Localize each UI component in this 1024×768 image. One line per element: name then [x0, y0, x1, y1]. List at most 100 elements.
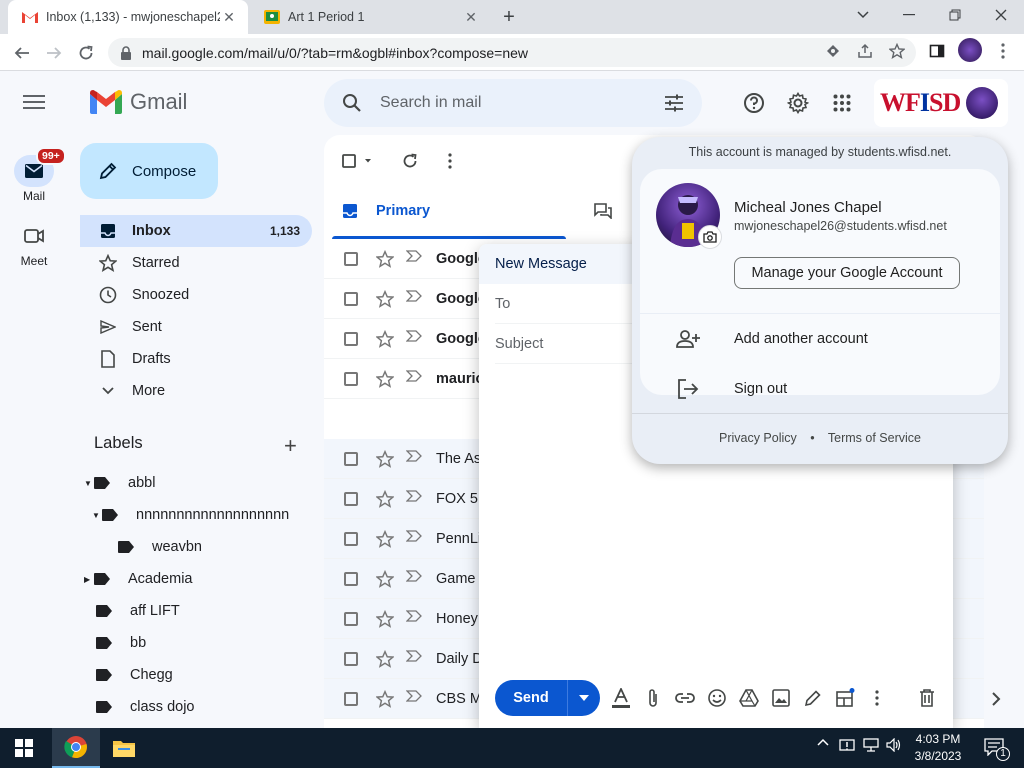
star-icon[interactable]	[376, 329, 394, 348]
schedule-send-dropdown[interactable]	[567, 680, 600, 716]
main-menu-icon[interactable]	[20, 91, 48, 115]
sidebar-item-snoozed[interactable]: Snoozed	[80, 279, 312, 311]
restore-icon[interactable]	[932, 0, 978, 30]
expand-caret-icon[interactable]: ▼	[92, 511, 102, 520]
label-item[interactable]: ▼ abbl	[84, 467, 155, 499]
star-icon[interactable]	[376, 689, 394, 708]
signature-pen-icon[interactable]	[801, 686, 825, 710]
star-icon[interactable]	[376, 369, 394, 388]
label-item[interactable]: Chegg	[96, 659, 173, 691]
more-options-icon[interactable]	[438, 149, 462, 173]
row-checkbox[interactable]	[344, 531, 358, 546]
label-item[interactable]: aff LIFT	[96, 595, 180, 627]
discard-trash-icon[interactable]	[915, 686, 939, 710]
sidebar-item-sent[interactable]: Sent	[80, 311, 312, 343]
star-icon[interactable]	[376, 449, 394, 468]
forward-icon[interactable]	[40, 39, 68, 67]
profile-avatar-icon[interactable]	[958, 38, 982, 62]
send-button[interactable]: Send	[495, 680, 567, 716]
row-checkbox[interactable]	[344, 571, 358, 586]
show-hidden-icons[interactable]	[814, 738, 832, 746]
lock-icon[interactable]	[120, 45, 134, 60]
importance-marker-icon[interactable]	[406, 609, 424, 628]
star-icon[interactable]	[376, 609, 394, 628]
system-clock[interactable]: 4:03 PM 3/8/2023	[906, 731, 970, 765]
tab-search-icon[interactable]	[840, 0, 886, 30]
browser-tab-art[interactable]: Art 1 Period 1 ✕	[250, 0, 490, 34]
browser-tab-inbox[interactable]: Inbox (1,133) - mwjoneschapel26 ✕	[8, 0, 248, 34]
emoji-icon[interactable]	[705, 686, 729, 710]
link-icon[interactable]	[673, 686, 697, 710]
importance-marker-icon[interactable]	[406, 529, 424, 548]
drive-icon[interactable]	[737, 686, 761, 710]
star-icon[interactable]	[376, 289, 394, 308]
importance-marker-icon[interactable]	[406, 369, 424, 388]
volume-icon[interactable]	[884, 738, 904, 752]
privacy-policy-link[interactable]: Privacy Policy	[719, 431, 797, 445]
add-account-button[interactable]: Add another account	[640, 315, 1000, 363]
importance-marker-icon[interactable]	[406, 649, 424, 668]
tab-primary[interactable]: Primary	[342, 183, 430, 239]
terms-of-service-link[interactable]: Terms of Service	[828, 431, 921, 445]
refresh-icon[interactable]	[398, 149, 422, 173]
row-checkbox[interactable]	[344, 691, 358, 706]
change-photo-camera-icon[interactable]	[698, 225, 722, 249]
taskbar-chrome[interactable]	[52, 728, 100, 768]
start-button[interactable]	[0, 728, 48, 768]
insert-photo-icon[interactable]	[769, 686, 793, 710]
apps-grid-icon[interactable]	[830, 91, 854, 115]
row-checkbox[interactable]	[344, 291, 358, 306]
new-tab-button[interactable]: +	[496, 5, 522, 29]
importance-marker-icon[interactable]	[406, 689, 424, 708]
account-switcher[interactable]: WFISD	[874, 79, 1008, 127]
importance-marker-icon[interactable]	[406, 289, 424, 308]
address-bar[interactable]: mail.google.com/mail/u/0/?tab=rm&ogbl#in…	[108, 38, 916, 67]
star-icon[interactable]	[376, 489, 394, 508]
row-checkbox[interactable]	[344, 331, 358, 346]
reload-icon[interactable]	[72, 39, 100, 67]
tab-promotions[interactable]	[594, 183, 612, 239]
bookmark-star-icon[interactable]	[886, 40, 908, 62]
row-checkbox[interactable]	[344, 251, 358, 266]
row-checkbox[interactable]	[344, 651, 358, 666]
side-panel-icon[interactable]	[926, 40, 948, 62]
sidebar-item-more[interactable]: More	[80, 375, 312, 407]
ethernet-icon[interactable]	[860, 738, 882, 752]
star-icon[interactable]	[376, 529, 394, 548]
formatting-icon[interactable]	[609, 686, 633, 710]
account-avatar[interactable]	[966, 87, 999, 119]
attach-icon[interactable]	[641, 686, 665, 710]
rail-mail[interactable]: 99+ Mail	[8, 147, 66, 203]
manage-account-button[interactable]: Manage your Google Account	[734, 257, 960, 289]
network-warning-icon[interactable]	[836, 738, 858, 754]
expand-caret-icon[interactable]: ▼	[84, 479, 94, 488]
row-checkbox[interactable]	[344, 371, 358, 386]
importance-marker-icon[interactable]	[406, 329, 424, 348]
collapse-caret-icon[interactable]: ▶	[84, 575, 94, 584]
row-checkbox[interactable]	[344, 451, 358, 466]
search-input[interactable]: Search in mail	[380, 94, 662, 112]
sidebar-item-drafts[interactable]: Drafts	[80, 343, 312, 375]
close-window-icon[interactable]	[978, 0, 1024, 30]
star-icon[interactable]	[376, 569, 394, 588]
close-tab-icon[interactable]: ✕	[462, 8, 480, 26]
importance-marker-icon[interactable]	[406, 449, 424, 468]
label-item[interactable]: ▶ Academia	[84, 563, 192, 595]
row-checkbox[interactable]	[344, 491, 358, 506]
search-options-icon[interactable]	[662, 91, 686, 115]
search-icon[interactable]	[340, 91, 364, 115]
label-item[interactable]: bb	[96, 627, 146, 659]
select-all-checkbox[interactable]	[340, 149, 374, 173]
share-icon[interactable]	[854, 40, 876, 62]
compose-button[interactable]: Compose	[80, 143, 218, 199]
sidebar-item-inbox[interactable]: Inbox 1,133	[80, 215, 312, 247]
search-bar[interactable]: Search in mail	[324, 79, 702, 127]
star-icon[interactable]	[376, 249, 394, 268]
settings-gear-icon[interactable]	[786, 91, 810, 115]
importance-marker-icon[interactable]	[406, 489, 424, 508]
gmail-logo[interactable]: Gmail	[90, 89, 187, 115]
tracking-icon[interactable]	[822, 40, 844, 62]
help-icon[interactable]	[742, 91, 766, 115]
label-item[interactable]: ▼ nnnnnnnnnnnnnnnnnnn	[92, 499, 289, 531]
label-item[interactable]: weavbn	[118, 531, 202, 563]
